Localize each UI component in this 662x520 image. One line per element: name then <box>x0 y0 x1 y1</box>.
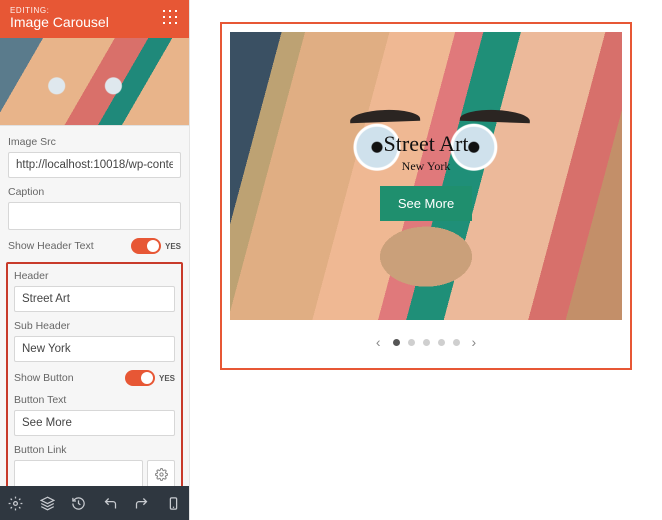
image-src-input[interactable] <box>8 152 181 178</box>
carousel-dot[interactable] <box>393 339 400 346</box>
highlighted-field-group: Header Sub Header Show Button YES Button… <box>6 262 183 486</box>
button-link-label: Button Link <box>14 444 175 456</box>
button-link-settings-button[interactable] <box>147 460 175 486</box>
sub-header-input[interactable] <box>14 336 175 362</box>
show-button-toggle[interactable] <box>125 370 155 386</box>
caption-label: Caption <box>8 186 181 198</box>
show-header-label: Show Header Text <box>8 240 94 252</box>
sidebar-bottom-bar <box>0 486 189 520</box>
carousel-slide: Street Art New York See More <box>230 32 622 320</box>
sidebar-body: Image Src Caption Show Header Text YES H… <box>0 38 189 486</box>
slide-header: Street Art <box>384 131 469 157</box>
header-label: Header <box>14 270 175 282</box>
carousel-next-button[interactable]: › <box>468 334 481 350</box>
caption-input[interactable] <box>8 202 181 230</box>
slide-sub-header: New York <box>402 159 451 174</box>
carousel-dot[interactable] <box>423 339 430 346</box>
carousel-dot[interactable] <box>453 339 460 346</box>
carousel-dot[interactable] <box>438 339 445 346</box>
selected-block-frame[interactable]: Street Art New York See More ‹ › <box>220 22 632 370</box>
device-preview-button[interactable] <box>161 491 185 515</box>
settings-button[interactable] <box>4 491 28 515</box>
show-header-state: YES <box>165 242 181 251</box>
drag-handle-icon[interactable] <box>163 10 179 26</box>
sub-header-label: Sub Header <box>14 320 175 332</box>
carousel-prev-button[interactable]: ‹ <box>372 334 385 350</box>
image-src-label: Image Src <box>8 136 181 148</box>
sidebar-header: EDITING: Image Carousel <box>0 0 189 38</box>
editing-title: Image Carousel <box>10 15 109 30</box>
redo-button[interactable] <box>130 491 154 515</box>
button-text-input[interactable] <box>14 410 175 436</box>
button-text-label: Button Text <box>14 394 175 406</box>
editor-sidebar: EDITING: Image Carousel Image Src Captio… <box>0 0 190 520</box>
button-link-input[interactable] <box>14 460 143 486</box>
editing-eyebrow: EDITING: <box>10 6 109 15</box>
show-button-label: Show Button <box>14 372 74 384</box>
slide-cta-button[interactable]: See More <box>380 186 472 221</box>
layers-button[interactable] <box>35 491 59 515</box>
gear-icon <box>155 468 168 481</box>
show-header-toggle[interactable] <box>131 238 161 254</box>
history-button[interactable] <box>67 491 91 515</box>
carousel-dot[interactable] <box>408 339 415 346</box>
show-button-state: YES <box>159 374 175 383</box>
header-input[interactable] <box>14 286 175 312</box>
preview-canvas: Street Art New York See More ‹ › <box>190 0 662 520</box>
undo-button[interactable] <box>98 491 122 515</box>
carousel-nav: ‹ › <box>230 320 622 360</box>
image-thumbnail[interactable] <box>0 38 189 126</box>
